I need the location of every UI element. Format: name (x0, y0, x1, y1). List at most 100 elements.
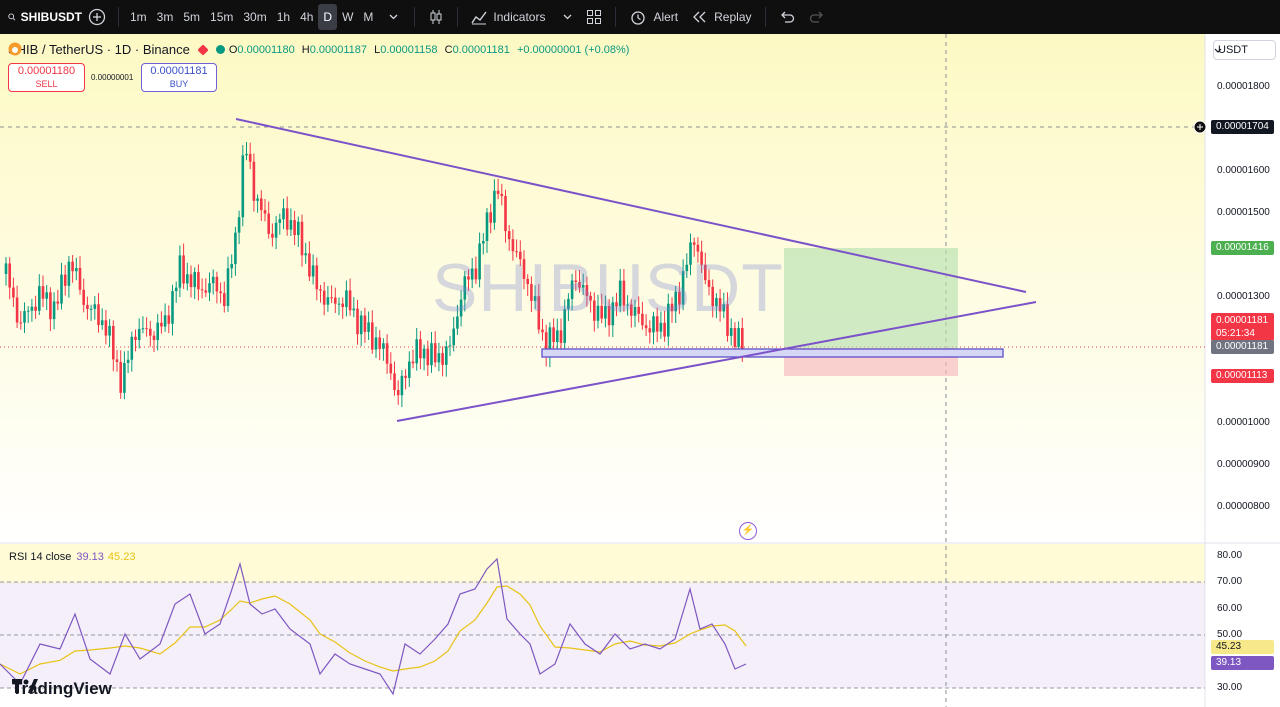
candle-body (193, 272, 196, 288)
candle-body (489, 212, 492, 223)
plus-circle-icon (88, 8, 106, 26)
interval-3m-button[interactable]: 3m (152, 4, 179, 30)
layouts-button[interactable] (579, 0, 609, 34)
candle-body (271, 233, 274, 238)
interval-15m-button[interactable]: 15m (205, 4, 238, 30)
candle-body (319, 289, 322, 291)
candle-body (322, 290, 326, 305)
candle-body (289, 220, 293, 230)
indicators-button[interactable]: Indicators (464, 0, 579, 34)
divider (414, 7, 416, 27)
symbol-title[interactable]: SHIB / TetherUS · 1D · Binance (8, 42, 190, 57)
candle-body (263, 210, 267, 214)
rsi-axis-label: 70.00 (1217, 576, 1243, 587)
candle-body (419, 339, 422, 359)
candle-body (341, 303, 344, 308)
candle-body (371, 322, 374, 350)
interval-w-button[interactable]: W (337, 4, 358, 30)
lightning-icon[interactable]: ⚡ (739, 522, 757, 540)
crosshair-price-tag: 0.00001704 (1211, 120, 1274, 134)
candle-body (241, 155, 245, 218)
candle-body (174, 287, 178, 292)
candle-body (97, 304, 100, 326)
price-chart-canvas[interactable] (0, 34, 1280, 707)
divider (615, 7, 617, 27)
candle-body (260, 198, 263, 211)
candle-body (123, 362, 126, 393)
rsi-axis-label: 60.00 (1217, 603, 1243, 614)
candle-body (200, 289, 204, 291)
candle-body (363, 315, 367, 332)
candle-body (78, 268, 82, 290)
candle-body (82, 289, 85, 305)
compare-symbol-button[interactable] (82, 0, 112, 34)
divider (457, 7, 459, 27)
price-axis-label: 0.00001600 (1217, 165, 1270, 176)
interval-dropdown[interactable] (378, 0, 408, 34)
interval-1m-button[interactable]: 1m (125, 4, 152, 30)
undo-icon (780, 11, 794, 23)
interval-4h-button[interactable]: 4h (295, 4, 318, 30)
last-price-value: 0.00001181 (1216, 315, 1269, 326)
candle-body (167, 315, 171, 324)
sell-label: SELL (35, 79, 58, 89)
interval-30m-button[interactable]: 30m (238, 4, 271, 30)
redo-button[interactable] (802, 0, 832, 34)
buy-label: BUY (169, 79, 189, 89)
crosshair-add-icon[interactable] (1193, 120, 1207, 134)
buy-button[interactable]: 0.00001181 BUY (141, 63, 217, 92)
candle-body (504, 196, 507, 232)
ohlc-values: O0.00001180 H0.00001187 L0.00001158 C0.0… (228, 43, 630, 56)
candle-body (274, 222, 278, 238)
close-value: 0.00001181 (452, 43, 510, 56)
candle-body (100, 320, 104, 326)
candle-body (89, 308, 93, 310)
candle-body (389, 363, 393, 374)
rsi-axis-label: 30.00 (1217, 682, 1243, 693)
chart-area[interactable]: SHIBUSDT SHIB / TetherUS · 1D · Binance … (0, 34, 1280, 707)
candle-body (330, 297, 333, 299)
market-open-icon (215, 45, 225, 54)
candle-body (385, 343, 389, 364)
rsi-legend[interactable]: RSI 14 close 39.13 45.23 (9, 551, 135, 563)
candle-body (308, 253, 311, 277)
low-value: 0.00001158 (380, 43, 438, 56)
candle-body (104, 320, 108, 336)
candle-body (448, 345, 452, 347)
candle-body (493, 190, 496, 223)
candle-body (19, 322, 23, 324)
candle-body (160, 322, 163, 327)
candle-body (211, 276, 215, 284)
flag-icon[interactable] (197, 43, 209, 56)
candle-body (267, 213, 270, 234)
replay-label: Replay (714, 10, 752, 24)
interval-5m-button[interactable]: 5m (178, 4, 205, 30)
candle-body (152, 335, 156, 341)
replay-button[interactable]: Replay (685, 0, 758, 34)
candle-body (204, 290, 208, 293)
interval-m-button[interactable]: M (358, 4, 378, 30)
sell-button[interactable]: 0.00001180 SELL (8, 63, 85, 92)
interval-d-button[interactable]: D (318, 4, 338, 30)
interval-1h-button[interactable]: 1h (272, 4, 295, 30)
candle-body (145, 328, 148, 330)
candle-body (334, 297, 337, 304)
stop-price-tag: 0.00001113 (1211, 369, 1274, 383)
price-axis-label: 0.00000800 (1217, 501, 1270, 512)
rsi-value-tag: 39.13 (1211, 656, 1274, 670)
symbol-search-button[interactable]: SHIBUSDT (0, 0, 82, 34)
candle-body (378, 337, 381, 349)
price-axis-label: 0.00001300 (1217, 291, 1270, 302)
candle-body (382, 343, 385, 349)
currency-select[interactable]: USDT (1213, 40, 1276, 60)
undo-button[interactable] (772, 0, 802, 34)
alert-button[interactable]: Alert (622, 0, 685, 34)
rsi-axis-label: 50.00 (1217, 629, 1243, 640)
candle-body (441, 353, 444, 365)
candle-body (437, 353, 441, 363)
chart-type-button[interactable] (421, 0, 451, 34)
candle-body (141, 328, 145, 330)
candle-body (226, 268, 230, 307)
candle-body (67, 261, 71, 286)
candle-body (345, 290, 348, 308)
